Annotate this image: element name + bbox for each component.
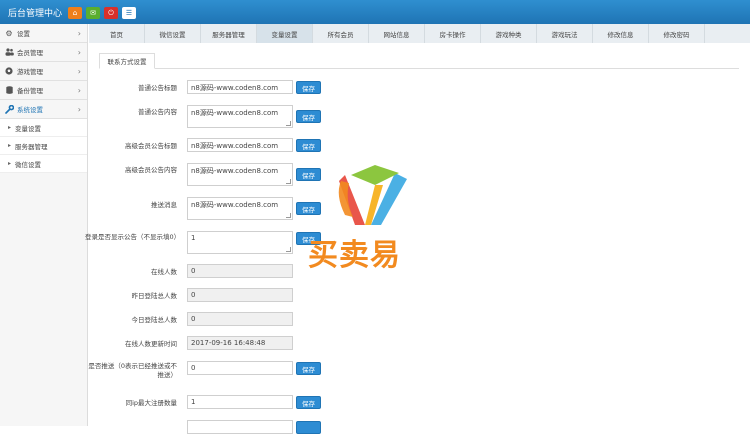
sidebar: ⚙ 设置 › 会员管理 › 游戏管理 › 备份管理 › 系统设置 › ▸ 变量设… xyxy=(0,24,88,426)
field-label: 在线人数 xyxy=(151,268,177,276)
resize-handle[interactable] xyxy=(286,213,291,218)
sidebar-subitem-variables[interactable]: ▸ 变量设置 xyxy=(0,119,87,137)
field-label: 普通公告内容 xyxy=(138,108,177,116)
chevron-right-icon: › xyxy=(77,28,81,38)
sidebar-item-label: 游戏管理 xyxy=(17,68,43,76)
tab-all-members[interactable]: 所有会员 xyxy=(313,24,369,43)
chevron-right-icon: › xyxy=(77,47,81,57)
app-title: 后台管理中心 xyxy=(8,9,63,19)
sidebar-item-settings[interactable]: ⚙ 设置 › xyxy=(0,24,87,43)
next-input[interactable] xyxy=(187,420,293,434)
tab-site-info[interactable]: 网站信息 xyxy=(369,24,425,43)
logout-icon[interactable]: ⏻ xyxy=(104,7,118,19)
resize-handle[interactable] xyxy=(286,121,291,126)
sidebar-item-label: 设置 xyxy=(17,30,30,38)
bullet-icon: ▸ xyxy=(8,124,12,131)
resize-handle[interactable] xyxy=(286,179,291,184)
tab-server-management[interactable]: 服务器管理 xyxy=(201,24,257,43)
field-label: 在线人数更新时间 xyxy=(125,340,177,348)
chevron-right-icon: › xyxy=(77,66,81,76)
field-label: 登录是否显示公告（不显示填0） xyxy=(85,233,181,241)
tab-edit-info[interactable]: 修改信息 xyxy=(593,24,649,43)
sidebar-item-system[interactable]: 系统设置 › xyxy=(0,100,87,119)
push-flag-input[interactable]: 0 xyxy=(187,361,293,375)
field-label: 是否推送（0表示已经推送或不推送） xyxy=(88,362,177,379)
tab-bar: 首页 微信设置 服务器管理 变量设置 所有会员 网站信息 房卡操作 游戏种类 游… xyxy=(89,24,750,43)
max-register-per-ip-input[interactable]: 1 xyxy=(187,395,293,409)
save-button[interactable]: 保存 xyxy=(296,139,321,152)
notice-content-textarea[interactable]: n8源码-www.coden8.com xyxy=(187,105,293,128)
yesterday-logins-field: 0 xyxy=(187,288,293,302)
tab-contact-settings[interactable]: 联系方式设置 xyxy=(99,53,155,69)
bullet-icon: ▸ xyxy=(8,160,12,167)
tab-home[interactable]: 首页 xyxy=(89,24,145,43)
save-button[interactable] xyxy=(296,421,321,434)
tab-game-types[interactable]: 游戏种类 xyxy=(481,24,537,43)
tab-game-modes[interactable]: 游戏玩法 xyxy=(537,24,593,43)
field-label: 同ip最大注册数量 xyxy=(125,399,177,407)
sidebar-item-label: 系统设置 xyxy=(17,106,43,114)
today-logins-field: 0 xyxy=(187,312,293,326)
mail-icon[interactable]: ✉ xyxy=(86,7,100,19)
save-button[interactable]: 保存 xyxy=(296,362,321,375)
bullet-icon: ▸ xyxy=(8,142,12,149)
sidebar-item-label: 会员管理 xyxy=(17,49,43,57)
tab-variable-settings[interactable]: 变量设置 xyxy=(257,24,313,43)
field-value: n8源码-www.coden8.com xyxy=(191,109,279,117)
watermark-text: 买卖易 xyxy=(308,238,401,273)
home-icon[interactable]: ⌂ xyxy=(68,7,82,19)
sidebar-subitem-label: 变量设置 xyxy=(15,124,42,133)
wrench-icon xyxy=(4,104,14,114)
sidebar-subitem-label: 服务器管理 xyxy=(15,142,48,151)
gears-icon: ⚙ xyxy=(5,28,13,38)
push-message-textarea[interactable]: n8源码-www.coden8.com xyxy=(187,197,293,220)
tab-room-card[interactable]: 房卡操作 xyxy=(425,24,481,43)
online-count-field: 0 xyxy=(187,264,293,278)
field-value: n8源码-www.coden8.com xyxy=(191,201,279,209)
field-label: 推送消息 xyxy=(151,201,177,209)
sidebar-subitem-servers[interactable]: ▸ 服务器管理 xyxy=(0,137,87,155)
field-label: 今日登陆总人数 xyxy=(131,316,178,324)
vip-notice-content-textarea[interactable]: n8源码-www.coden8.com xyxy=(187,163,293,186)
online-update-time-field: 2017-09-16 16:48:48 xyxy=(187,336,293,350)
save-button[interactable]: 保存 xyxy=(296,396,321,409)
users-icon xyxy=(4,48,14,57)
save-button[interactable]: 保存 xyxy=(296,81,321,94)
show-notice-textarea[interactable]: 1 xyxy=(187,231,293,254)
sidebar-item-backup[interactable]: 备份管理 › xyxy=(0,81,87,100)
tab-wechat-settings[interactable]: 微信设置 xyxy=(145,24,201,43)
field-label: 昨日登陆总人数 xyxy=(131,292,178,300)
top-bar: 后台管理中心 ⌂ ✉ ⏻ ☰ xyxy=(0,0,750,24)
list-icon[interactable]: ☰ xyxy=(122,7,136,19)
save-button[interactable]: 保存 xyxy=(296,110,321,123)
vip-notice-title-input[interactable]: n8源码-www.coden8.com xyxy=(187,138,293,152)
notice-title-input[interactable]: n8源码-www.coden8.com xyxy=(187,80,293,94)
database-icon xyxy=(4,86,14,95)
field-label: 高级会员公告内容 xyxy=(125,166,177,174)
field-value: 1 xyxy=(191,234,196,242)
resize-handle[interactable] xyxy=(286,247,291,252)
sidebar-subitem-wechat[interactable]: ▸ 微信设置 xyxy=(0,155,87,173)
divider xyxy=(99,68,739,69)
sidebar-item-games[interactable]: 游戏管理 › xyxy=(0,62,87,81)
field-label: 高级会员公告标题 xyxy=(125,142,177,150)
field-value: n8源码-www.coden8.com xyxy=(191,167,279,175)
sidebar-item-label: 备份管理 xyxy=(17,87,43,95)
sidebar-item-members[interactable]: 会员管理 › xyxy=(0,43,87,62)
football-icon xyxy=(4,67,14,76)
sidebar-subitem-label: 微信设置 xyxy=(15,160,42,169)
tab-change-password[interactable]: 修改密码 xyxy=(649,24,705,43)
field-label: 普通公告标题 xyxy=(138,84,177,92)
